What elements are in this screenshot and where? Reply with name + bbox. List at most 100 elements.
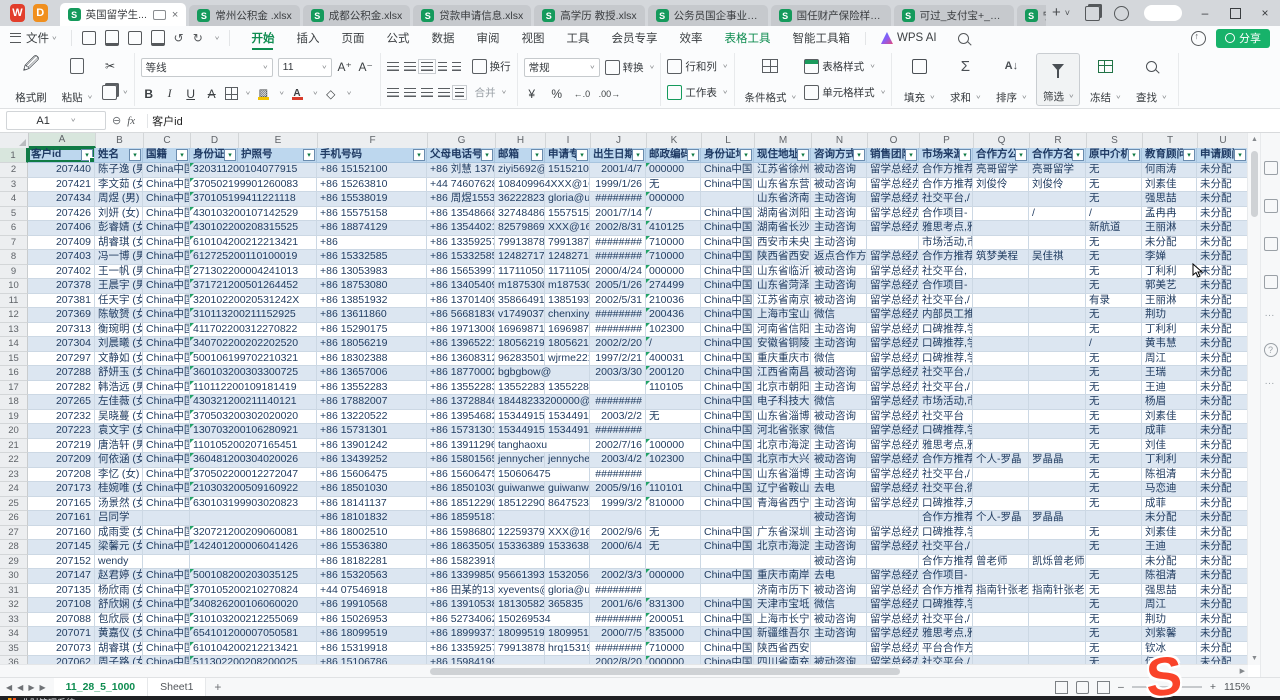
cell-F12[interactable]: +86 13611860 [317,308,427,323]
cell-B4[interactable]: 周煜 (男) [95,192,143,207]
cell-P7[interactable]: 市场活动,市 [919,236,973,251]
cell-A8[interactable]: 207403 [28,250,95,265]
cell-O25[interactable]: 留学总经办 [867,497,919,512]
cell-G13[interactable]: +86 1971300890 [427,323,495,338]
cell-I14[interactable]: 180562199 [545,337,590,352]
column-header-B[interactable]: B [96,133,144,148]
row-header-17[interactable]: 17 [0,381,28,396]
name-box[interactable]: A1 ˅ [6,111,106,130]
cell-T24[interactable]: 马恋迪 [1142,482,1197,497]
header-cell-E1[interactable]: 护照号▾ [238,148,317,163]
header-cell-K1[interactable]: 邮政编码▾ [646,148,701,163]
cell-T31[interactable]: 强思喆 [1142,584,1197,599]
increase-indent-button[interactable] [452,62,461,71]
filter-button[interactable]: ▾ [1183,149,1195,161]
cell-R34[interactable] [1029,627,1086,642]
cell-A7[interactable]: 207409 [28,236,95,251]
column-header-P[interactable]: P [920,133,974,148]
switch-window-icon[interactable] [1085,6,1100,21]
row-header-4[interactable]: 4 [0,192,28,207]
cell-A21[interactable]: 207219 [28,439,95,454]
cell-B8[interactable]: 冯一博 (男 [95,250,143,265]
cell-G18[interactable]: +86 1372884680 [427,395,495,410]
cell-U16[interactable]: 未分配 [1197,366,1248,381]
maximize-button[interactable] [1220,0,1250,26]
cell-N20[interactable]: 微信 [811,424,867,439]
cell-A35[interactable]: 207073 [28,642,95,657]
cell-B10[interactable]: 王晨宇 (男 [95,279,143,294]
cell-G14[interactable]: +86 1396522100 [427,337,495,352]
cell-F2[interactable]: +86 15152100 [317,163,427,178]
italic-button[interactable]: I [162,86,178,101]
cell-J20[interactable]: ######## [590,424,646,439]
cell-K22[interactable]: 102300 [646,453,701,468]
cell-M14[interactable]: 安徽省铜陵 [754,337,811,352]
cell-B28[interactable]: 梁馨元 (女 [95,540,143,555]
cell-F34[interactable]: +86 18099519 [317,627,427,642]
cell-S7[interactable]: 无 [1086,236,1142,251]
filter-button[interactable]: ▾ [224,149,236,161]
cell-L14[interactable]: China中国 [701,337,754,352]
row-header-10[interactable]: 10 [0,279,28,294]
horizontal-scroll-thumb[interactable] [430,668,900,675]
align-middle-button[interactable] [404,62,416,71]
cell-J4[interactable]: ######## [590,192,646,207]
cell-J9[interactable]: 2000/4/24 [590,265,646,280]
cell-K13[interactable]: 102300 [646,323,701,338]
cell-L2[interactable]: China中国 [701,163,754,178]
cell-L21[interactable]: China中国 [701,439,754,454]
cell-A18[interactable]: 207265 [28,395,95,410]
cell-O10[interactable]: 留学总经办 [867,279,919,294]
cell-D31[interactable]: 370105200210270824 [190,584,317,599]
cell-R9[interactable] [1029,265,1086,280]
cell-I20[interactable]: 153449155 [545,424,590,439]
cell-M33[interactable]: 上海市长宁 [754,613,811,628]
cell-I24[interactable]: guiwanwei [545,482,590,497]
cell-M10[interactable]: 山东省菏泽 [754,279,811,294]
cell-T23[interactable]: 陈祖清 [1142,468,1197,483]
cell-A11[interactable]: 207381 [28,294,95,309]
cell-R21[interactable] [1029,439,1086,454]
ribbon-筛选-button[interactable]: 筛选˅ [1036,53,1080,106]
cell-U2[interactable]: 未分配 [1197,163,1248,178]
ribbon-排序-button[interactable]: A↓排序˅ [990,53,1032,106]
cell-F32[interactable]: +86 19910568 [317,598,427,613]
cell-H2[interactable]: ziyi5692@c [495,163,545,178]
cell-Q12[interactable] [973,308,1029,323]
cell-R19[interactable] [1029,410,1086,425]
cell-A25[interactable]: 207165 [28,497,95,512]
cell-O32[interactable]: 留学总经办 [867,598,919,613]
cell-M32[interactable]: 天津市宝坻 [754,598,811,613]
cell-U15[interactable]: 未分配 [1197,352,1248,367]
cell-S5[interactable]: / [1086,207,1142,222]
cell-H12[interactable]: v17490376 [495,308,545,323]
cell-B3[interactable]: 李文茹 (女 [95,178,143,193]
decrease-decimal-button[interactable]: ←.0 [574,89,590,99]
row-header-27[interactable]: 27 [0,526,28,541]
cell-A10[interactable]: 207378 [28,279,95,294]
cell-T32[interactable]: 周江 [1142,598,1197,613]
cell-H8[interactable]: 124827175 [495,250,545,265]
cell-B24[interactable]: 桂婉唯 (女 [95,482,143,497]
cell-H30[interactable]: 956613934 [495,569,545,584]
cell-U14[interactable]: 未分配 [1197,337,1248,352]
first-sheet-icon[interactable]: ◀ [6,683,12,692]
cell-O4[interactable]: 留学总经办 [867,192,919,207]
cell-A17[interactable]: 207282 [28,381,95,396]
cell-N24[interactable]: 去电 [811,482,867,497]
cell-G30[interactable]: +86 1339985047 [427,569,495,584]
cell-S18[interactable]: 无 [1086,395,1142,410]
menu-tab-效率[interactable]: 效率 [668,26,713,50]
cell-I30[interactable]: 153205635 [545,569,590,584]
cell-P5[interactable]: 合作项目- [919,207,973,222]
cell-C11[interactable]: China中国 [143,294,190,309]
cell-F21[interactable]: +86 13901242 [317,439,427,454]
cell-M21[interactable]: 北京市海淀 [754,439,811,454]
cell-M19[interactable]: 山东省淄博 [754,410,811,425]
cell-T22[interactable]: 丁利利 [1142,453,1197,468]
cell-D26[interactable] [190,511,317,526]
strikethrough-button[interactable]: A [204,87,220,101]
menu-tab-公式[interactable]: 公式 [375,26,420,50]
sheet-tab-Sheet1[interactable]: Sheet1 [148,678,206,696]
cell-I17[interactable]: 135522838 [545,381,590,396]
